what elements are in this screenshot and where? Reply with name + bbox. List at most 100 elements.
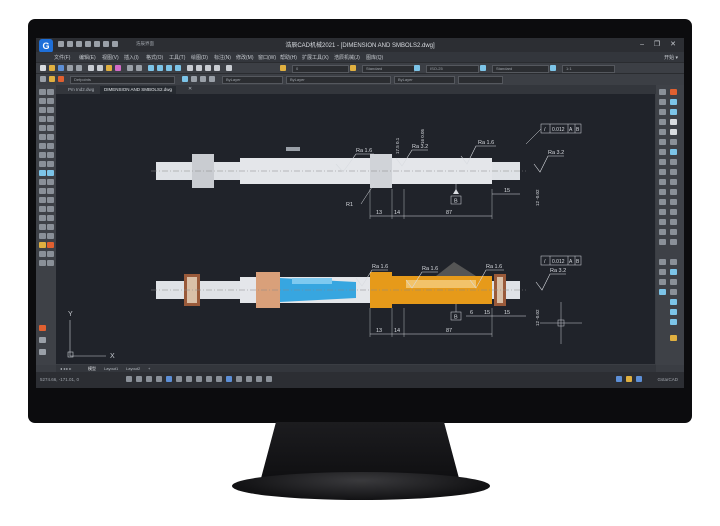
camera-icon[interactable]: [670, 289, 677, 295]
pin-icon[interactable]: [670, 229, 677, 235]
point-icon[interactable]: [39, 143, 46, 149]
lineweight-toggle-icon[interactable]: [196, 376, 202, 382]
match-icon[interactable]: [47, 251, 54, 257]
distance-icon[interactable]: [39, 337, 46, 343]
layer-state-icon[interactable]: [200, 76, 206, 82]
orbit-icon[interactable]: [659, 279, 666, 285]
revcloud-icon[interactable]: [47, 116, 54, 122]
view-top-icon[interactable]: [659, 259, 666, 265]
mirror-icon[interactable]: [39, 179, 46, 185]
title-block-icon[interactable]: [670, 179, 677, 185]
rotate-icon[interactable]: [39, 197, 46, 203]
section-icon[interactable]: [670, 319, 677, 325]
block-editor-icon[interactable]: [39, 260, 46, 266]
move-icon[interactable]: [47, 188, 54, 194]
fillet-icon[interactable]: [39, 233, 46, 239]
view-front-icon[interactable]: [670, 259, 677, 265]
light-bulb-icon[interactable]: [49, 76, 55, 82]
workspace-icon[interactable]: [236, 376, 242, 382]
surface-finish-icon[interactable]: [659, 159, 666, 165]
menu-item[interactable]: 插入(I): [124, 54, 139, 61]
layer-properties-icon[interactable]: [40, 76, 46, 82]
zoom-realtime-icon[interactable]: [157, 65, 163, 71]
polyline-icon[interactable]: [47, 89, 54, 95]
dim-baseline-icon[interactable]: [670, 119, 677, 125]
isolate-icon[interactable]: [246, 376, 252, 382]
layer-manager-icon[interactable]: [280, 65, 286, 71]
layer-previous-icon[interactable]: [191, 76, 197, 82]
rectangle-icon[interactable]: [39, 107, 46, 113]
cut-icon[interactable]: [88, 65, 94, 71]
weld-symbol-icon[interactable]: [659, 169, 666, 175]
circle-icon[interactable]: [39, 116, 46, 122]
scale-select[interactable]: 1:1: [562, 65, 615, 73]
dim-radius-icon[interactable]: [659, 109, 666, 115]
standard-parts-icon[interactable]: [659, 189, 666, 195]
workspace-menu[interactable]: 开始 ▾: [664, 54, 678, 61]
hatch-icon[interactable]: [47, 143, 54, 149]
text-icon[interactable]: [47, 242, 54, 248]
sun-icon[interactable]: [58, 76, 64, 82]
extend-icon[interactable]: [39, 215, 46, 221]
shade-icon[interactable]: [670, 279, 677, 285]
layer-iso-icon[interactable]: [209, 76, 215, 82]
xref-icon[interactable]: [47, 260, 54, 266]
dim-update-icon[interactable]: [670, 149, 677, 155]
snap-icon[interactable]: [39, 325, 46, 331]
dim-linear-icon[interactable]: [659, 89, 666, 95]
dim-angular-icon[interactable]: [659, 119, 666, 125]
construction-line-icon[interactable]: [39, 98, 46, 104]
spline-icon[interactable]: [39, 125, 46, 131]
menu-item[interactable]: 文件(F): [54, 54, 70, 61]
color-select[interactable]: ByLayer: [222, 76, 283, 84]
menu-item[interactable]: 修改(M): [236, 54, 254, 61]
tool-palettes-icon[interactable]: [205, 65, 211, 71]
balloon-icon[interactable]: [670, 169, 677, 175]
menu-item[interactable]: 绘图(D): [191, 54, 208, 61]
dim-continue-icon[interactable]: [659, 129, 666, 135]
insert-block-icon[interactable]: [39, 134, 46, 140]
polygon-icon[interactable]: [47, 98, 54, 104]
menu-item[interactable]: 标注(N): [214, 54, 231, 61]
break-icon[interactable]: [47, 215, 54, 221]
properties-icon[interactable]: [187, 65, 193, 71]
menu-item[interactable]: 帮助(H): [280, 54, 297, 61]
arc-icon[interactable]: [47, 107, 54, 113]
hole-icon[interactable]: [659, 239, 666, 245]
transparency-icon[interactable]: [206, 376, 212, 382]
paste-icon[interactable]: [106, 65, 112, 71]
text-style-select[interactable]: Standard: [362, 65, 415, 73]
bolt-icon[interactable]: [670, 209, 677, 215]
mtext-icon[interactable]: [47, 161, 54, 167]
dim-edit-icon[interactable]: [659, 149, 666, 155]
save-icon[interactable]: [58, 65, 64, 71]
menu-item[interactable]: 浩辰机械(J): [334, 54, 360, 61]
notification-icon[interactable]: [626, 376, 632, 382]
new-file-icon[interactable]: [40, 65, 46, 71]
gear-icon[interactable]: [616, 376, 622, 382]
bearing-icon[interactable]: [670, 189, 677, 195]
view-left-icon[interactable]: [659, 269, 666, 275]
menu-item[interactable]: 格式(O): [146, 54, 163, 61]
material-icon[interactable]: [670, 309, 677, 315]
trim-icon[interactable]: [47, 206, 54, 212]
gradient-icon[interactable]: [39, 152, 46, 158]
otrack-icon[interactable]: [176, 376, 182, 382]
make-block-icon[interactable]: [47, 134, 54, 140]
linetype-select[interactable]: ByLayer: [286, 76, 391, 84]
explode-icon[interactable]: [47, 233, 54, 239]
dim-aligned-icon[interactable]: [670, 89, 677, 95]
calculator-icon[interactable]: [214, 65, 220, 71]
close-tab-icon[interactable]: ✕: [188, 86, 192, 92]
zoom-previous-icon[interactable]: [175, 65, 181, 71]
dim-diameter-icon[interactable]: [670, 109, 677, 115]
dim-ordinate-icon[interactable]: [670, 99, 677, 105]
center-mark-icon[interactable]: [670, 139, 677, 145]
table-style-icon[interactable]: [480, 65, 486, 71]
print-icon[interactable]: [67, 65, 73, 71]
gear-icon[interactable]: [659, 199, 666, 205]
menu-item[interactable]: 图库(Q): [366, 54, 383, 61]
tab-layout2[interactable]: Layout2: [126, 366, 140, 371]
zoom-window-icon[interactable]: [166, 65, 172, 71]
text-style-icon[interactable]: [350, 65, 356, 71]
